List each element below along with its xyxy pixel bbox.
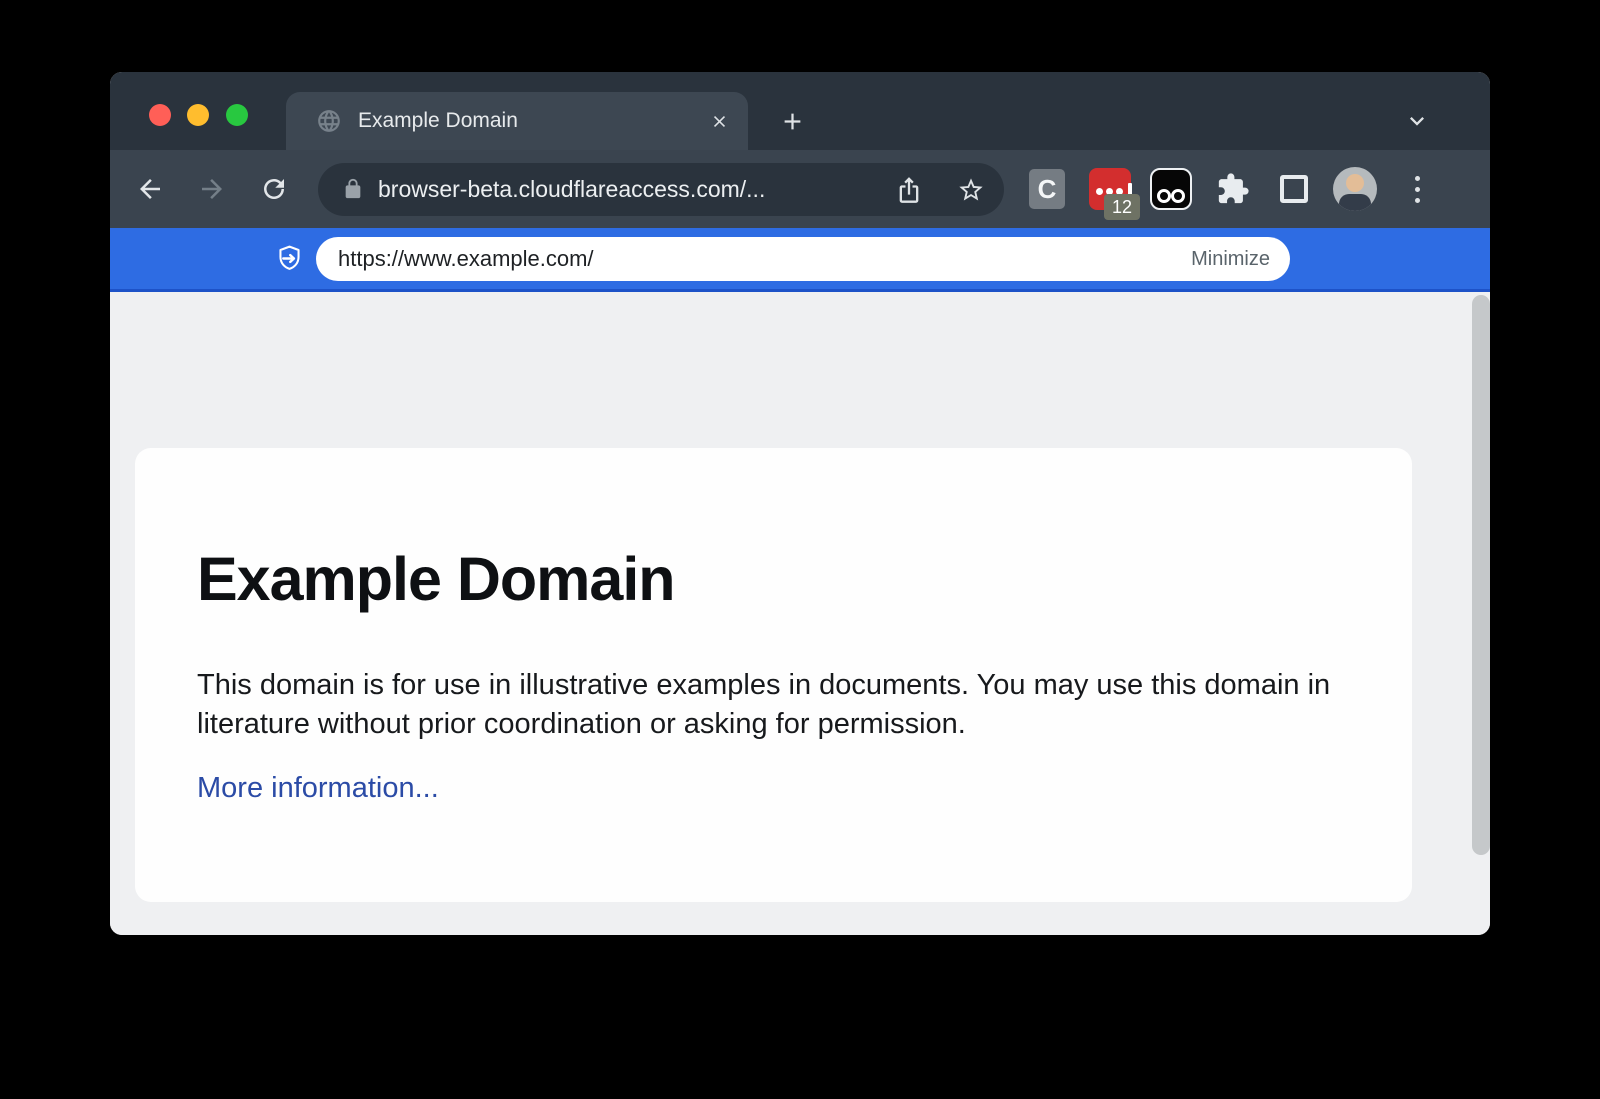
scrollbar-thumb[interactable] [1472,295,1490,855]
star-icon [957,176,985,204]
forward-button[interactable] [190,167,234,211]
back-arrow-icon [135,174,165,204]
avatar-head [1346,174,1364,192]
shield-arrow-icon [274,243,305,274]
window-close-button[interactable] [149,104,171,126]
page-paragraph: This domain is for use in illustrative e… [197,666,1352,744]
circle-icon [1171,189,1185,203]
lock-icon[interactable] [342,178,364,200]
chevron-down-icon [1403,107,1431,135]
circle-icon [1157,189,1171,203]
tab-title: Example Domain [358,92,518,150]
back-button[interactable] [128,167,172,211]
extension-password-manager-button[interactable]: 12 [1089,168,1131,210]
share-icon [895,176,923,204]
profile-avatar[interactable] [1333,167,1377,211]
tab-close-icon[interactable] [704,106,734,136]
example-domain-card: Example Domain This domain is for use in… [135,448,1412,902]
window-zoom-button[interactable] [226,104,248,126]
browser-window: Example Domain [110,72,1490,935]
omnibox[interactable]: browser-beta.cloudflareaccess.com/... [318,163,1004,216]
extensions-menu-button[interactable] [1216,172,1250,206]
reload-button[interactable] [252,167,296,211]
extension-badge: 12 [1104,194,1140,220]
more-information-link[interactable]: More information... [197,772,439,805]
reload-icon [259,174,289,204]
isolated-url-input[interactable]: https://www.example.com/ Minimize [316,237,1290,281]
puzzle-icon [1216,172,1250,206]
new-tab-button[interactable] [774,103,810,139]
kebab-menu-icon [1415,176,1420,181]
plus-icon [779,108,806,135]
extension-c-button[interactable]: C [1029,169,1065,209]
forward-arrow-icon [197,174,227,204]
window-minimize-button[interactable] [187,104,209,126]
minimize-button[interactable]: Minimize [1191,237,1270,281]
page-title: Example Domain [197,544,675,614]
isolation-url-bar: https://www.example.com/ Minimize [110,228,1490,292]
browser-menu-button[interactable] [1407,171,1427,207]
tab-strip: Example Domain [110,72,1490,150]
isolated-url-text: https://www.example.com/ [338,237,594,281]
browser-toolbar: browser-beta.cloudflareaccess.com/... C … [110,150,1490,228]
extension-two-circles-button[interactable] [1150,168,1192,210]
bookmark-button[interactable] [957,176,985,204]
side-panel-button[interactable] [1280,175,1308,203]
omnibox-url-text: browser-beta.cloudflareaccess.com/... [378,163,765,216]
avatar-torso [1339,194,1371,211]
globe-favicon-icon [316,108,342,134]
page-viewport: Example Domain This domain is for use in… [110,292,1490,935]
tab-search-button[interactable] [1399,103,1435,139]
tab-example-domain[interactable]: Example Domain [286,92,748,150]
share-button[interactable] [895,176,923,204]
screenshot-canvas: Example Domain [0,0,1600,1099]
